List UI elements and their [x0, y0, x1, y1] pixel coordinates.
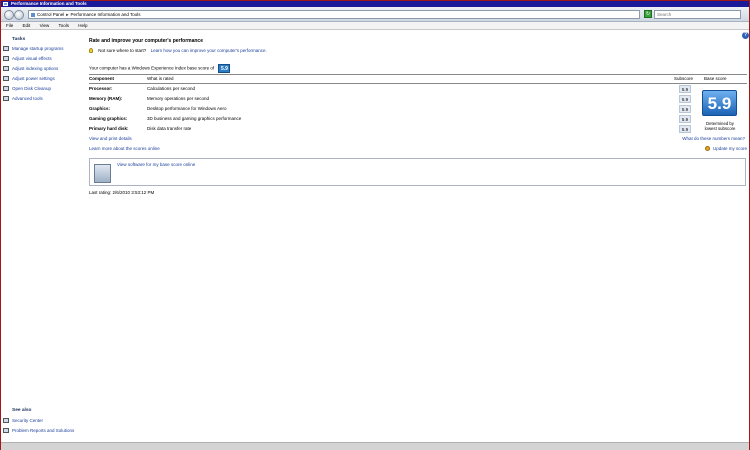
update-score-label: Update my score	[712, 146, 747, 151]
base-score-caption: Determined by lowest subscore	[704, 121, 736, 131]
sidebar: Tasks Manage startup programs Adjust vis…	[1, 30, 84, 442]
address-bar[interactable]: Control Panel ▸ Performance Information an…	[28, 10, 640, 19]
main-content: Rate and improve your computer's perform…	[84, 30, 749, 442]
sidebar-item-advanced-tools[interactable]: Advanced tools	[3, 95, 43, 102]
problem-reports-icon	[3, 428, 9, 434]
tasks-heading: Tasks	[12, 37, 26, 42]
tip-line: Not sure where to start? Learn how you c…	[89, 48, 267, 54]
component-cell: Processor:	[89, 86, 113, 91]
menu-view[interactable]: View	[35, 23, 53, 28]
shield-icon	[704, 146, 710, 152]
component-cell: Memory (RAM):	[89, 96, 123, 101]
window-icon	[3, 2, 8, 6]
header-base-score: Base score	[704, 76, 727, 81]
sidebar-item-power[interactable]: Adjust power settings	[3, 75, 55, 82]
menu-help[interactable]: Help	[73, 23, 90, 28]
view-software-link[interactable]: View software for my base score online	[117, 162, 195, 167]
table-top-divider	[89, 74, 747, 75]
wei-score-badge: 5.9	[218, 64, 231, 73]
breadcrumb-separator: ▸	[66, 12, 69, 17]
sidebar-item-disk-cleanup[interactable]: Open Disk Cleanup	[3, 85, 51, 92]
table-row: Memory (RAM): Memory operations per seco…	[89, 94, 747, 103]
sidebar-item-startup[interactable]: Manage startup programs	[3, 45, 64, 52]
rated-cell: Calculations per second	[147, 86, 196, 91]
subscore-cell: 5.9	[679, 104, 691, 113]
base-score-tile: 5.9	[702, 90, 737, 116]
table-row: Processor: Calculations per second 5.9	[89, 84, 747, 93]
advanced-tools-icon	[3, 96, 9, 102]
breadcrumb-control-panel[interactable]: Control Panel	[37, 12, 64, 17]
component-cell: Graphics:	[89, 106, 111, 111]
forward-button[interactable]	[14, 10, 24, 20]
menu-bar: File Edit View Tools Help	[1, 22, 749, 30]
see-also-heading: See also	[12, 408, 32, 413]
startup-icon	[3, 46, 9, 52]
sidebar-item-security-center[interactable]: Security Center	[3, 417, 43, 424]
header-what-is-rated: What is rated	[147, 76, 174, 81]
numbers-mean-link[interactable]: What do these numbers mean?	[682, 136, 745, 141]
software-box-icon	[94, 164, 111, 183]
rated-cell: Disk data transfer rate	[147, 126, 192, 131]
component-cell: Primary hard disk:	[89, 126, 129, 131]
power-icon	[3, 76, 9, 82]
view-details-link[interactable]: View and print details	[89, 136, 132, 141]
component-cell: Gaming graphics:	[89, 116, 128, 121]
software-panel: View software for my base score online	[89, 158, 746, 186]
wei-text: Your computer has a Windows Experience I…	[89, 65, 215, 71]
sidebar-item-label: Problem Reports and Solutions	[12, 428, 75, 433]
learn-more-link[interactable]: Learn more about the scores online	[89, 146, 160, 151]
status-bar	[1, 442, 749, 450]
tip-text: Not sure where to start?	[98, 48, 147, 53]
subscore-cell: 5.9	[679, 114, 691, 123]
sidebar-item-label: Manage startup programs	[12, 46, 64, 51]
search-input[interactable]	[654, 10, 741, 19]
control-panel-icon	[31, 13, 35, 17]
indexing-icon	[3, 66, 9, 72]
sidebar-item-visual-effects[interactable]: Adjust visual effects	[3, 55, 52, 62]
window-title: Performance Information and Tools	[11, 1, 87, 6]
sidebar-item-problem-reports[interactable]: Problem Reports and Solutions	[3, 427, 74, 434]
menu-tools[interactable]: Tools	[54, 23, 73, 28]
table-row: Gaming graphics: 3D business and gaming …	[89, 114, 747, 123]
subscore-cell: 5.9	[679, 94, 691, 103]
breadcrumb-performance[interactable]: Performance Information and Tools	[71, 12, 141, 17]
lightbulb-icon	[89, 48, 93, 54]
subscore-cell: 5.9	[679, 84, 691, 93]
rated-cell: Memory operations per second	[147, 96, 210, 101]
sidebar-item-label: Adjust visual effects	[12, 56, 52, 61]
back-button[interactable]	[4, 10, 14, 20]
wei-summary: Your computer has a Windows Experience I…	[89, 64, 231, 73]
subscore-cell: 5.9	[679, 124, 691, 133]
sidebar-item-label: Advanced tools	[12, 96, 43, 101]
rated-cell: 3D business and gaming graphics performa…	[147, 116, 242, 121]
menu-file[interactable]: File	[1, 23, 16, 28]
improve-performance-link[interactable]: Learn how you can improve your computer'…	[151, 48, 267, 53]
visual-effects-icon	[3, 56, 9, 62]
refresh-button[interactable]: ↻	[644, 10, 652, 18]
update-score-link[interactable]: Update my score	[704, 146, 747, 152]
disk-cleanup-icon	[3, 86, 9, 92]
last-rating-text: Last rating: 2/6/2010 3:53:12 PM	[89, 190, 155, 195]
header-subscore: Subscore	[674, 76, 694, 81]
sidebar-item-label: Adjust indexing options	[12, 66, 59, 71]
table-row: Graphics: Desktop performance for Window…	[89, 104, 747, 113]
navigation-bar: Control Panel ▸ Performance Information an…	[1, 7, 749, 22]
header-component: Component	[89, 76, 114, 81]
sidebar-item-label: Adjust power settings	[12, 76, 55, 81]
sidebar-item-label: Open Disk Cleanup	[12, 86, 52, 91]
shield-icon	[3, 418, 9, 424]
page-title: Rate and improve your computer's perform…	[89, 38, 203, 44]
sidebar-item-label: Security Center	[12, 418, 44, 423]
table-row: Primary hard disk: Disk data transfer ra…	[89, 124, 747, 133]
sidebar-item-indexing[interactable]: Adjust indexing options	[3, 65, 58, 72]
menu-edit[interactable]: Edit	[18, 23, 34, 28]
app-window: Performance Information and Tools Contro…	[0, 0, 750, 450]
rated-cell: Desktop performance for Windows Aero	[147, 106, 227, 111]
